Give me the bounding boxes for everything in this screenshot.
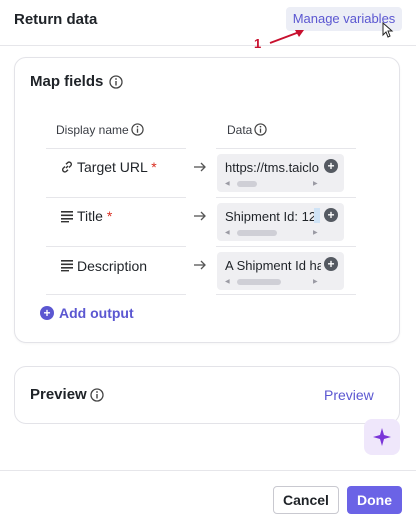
row-divider	[216, 148, 356, 149]
link-icon	[62, 161, 72, 173]
field-label-title: Title *	[77, 208, 112, 224]
horizontal-scrollbar[interactable]: ◀ ▶	[223, 229, 323, 237]
row-divider	[216, 294, 356, 295]
text-cursor-highlight	[314, 208, 320, 223]
field-label-text: Description	[77, 258, 148, 274]
field-label-description: Description	[77, 258, 147, 274]
data-input-target-url[interactable]: https://tms.taiclo + ◀ ▶	[217, 154, 344, 192]
add-output-label: Add output	[59, 305, 134, 321]
preview-link[interactable]: Preview	[324, 387, 374, 403]
plus-icon[interactable]: +	[324, 159, 338, 173]
row-divider	[216, 246, 356, 247]
required-marker: *	[151, 159, 157, 175]
arrow-right-icon	[194, 211, 206, 221]
dialog-header: Return data Manage variables	[0, 0, 416, 46]
ai-assistant-button[interactable]	[364, 419, 400, 455]
row-divider	[46, 294, 186, 295]
annotation-number: 1	[254, 36, 262, 51]
info-icon[interactable]	[90, 388, 104, 402]
plus-icon[interactable]: +	[324, 208, 338, 222]
plus-icon[interactable]: +	[324, 257, 338, 271]
row-divider	[46, 197, 186, 198]
row-divider	[46, 148, 186, 149]
info-icon[interactable]	[254, 123, 267, 136]
info-icon[interactable]	[131, 123, 144, 136]
footer-divider	[0, 470, 416, 471]
arrow-right-icon	[194, 260, 206, 270]
text-lines-icon	[61, 260, 73, 272]
text-lines-icon	[61, 211, 73, 223]
row-divider	[216, 197, 356, 198]
column-header-display-name: Display name	[56, 123, 129, 137]
map-fields-title: Map fields	[30, 73, 104, 90]
preview-title: Preview	[30, 386, 87, 403]
dialog-title: Return data	[14, 11, 98, 28]
horizontal-scrollbar[interactable]: ◀ ▶	[223, 180, 323, 188]
data-input-title[interactable]: Shipment Id: 12 + ◀ ▶	[217, 203, 344, 241]
data-value: A Shipment Id ha	[225, 258, 321, 273]
row-divider	[46, 246, 186, 247]
data-value: Shipment Id: 12	[225, 209, 317, 224]
column-header-data: Data	[227, 123, 253, 137]
arrow-right-icon	[194, 162, 206, 172]
horizontal-scrollbar[interactable]: ◀ ▶	[223, 278, 323, 286]
field-label-text: Title	[77, 208, 103, 224]
data-input-description[interactable]: A Shipment Id ha + ◀ ▶	[217, 252, 344, 290]
cancel-button[interactable]: Cancel	[273, 486, 339, 514]
map-fields-card	[14, 57, 400, 343]
field-label-text: Target URL	[77, 159, 148, 175]
sparkle-icon	[373, 428, 391, 446]
data-value: https://tms.taiclo	[225, 160, 319, 175]
info-icon[interactable]	[109, 75, 123, 89]
cursor-icon	[382, 22, 394, 38]
plus-icon: +	[40, 306, 54, 320]
field-label-target-url: Target URL *	[77, 159, 157, 175]
annotation-arrow-icon	[269, 30, 304, 44]
done-button[interactable]: Done	[347, 486, 402, 514]
required-marker: *	[106, 208, 113, 224]
